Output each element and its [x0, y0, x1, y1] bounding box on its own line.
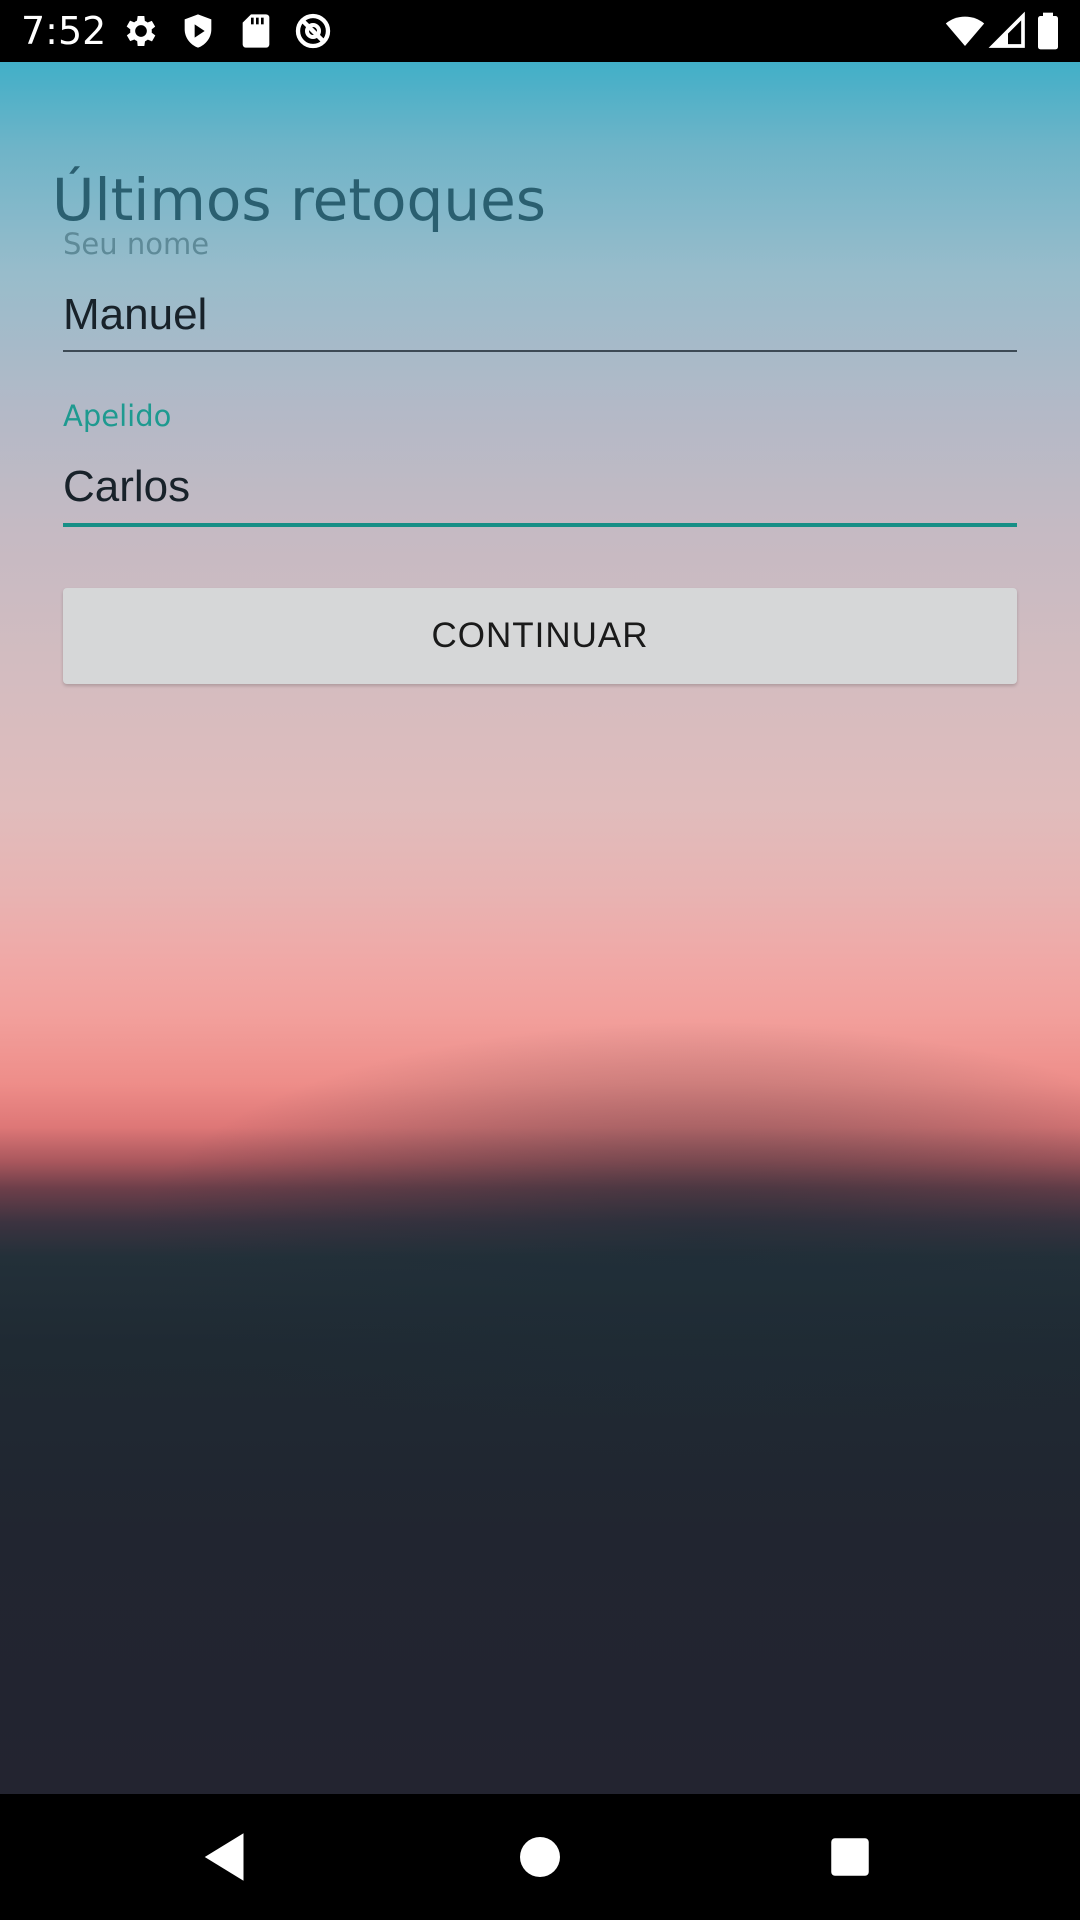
navigation-bar — [0, 1794, 1080, 1920]
surname-underline — [63, 523, 1017, 527]
home-icon[interactable] — [510, 1827, 570, 1887]
cell-signal-icon — [988, 11, 1028, 51]
first-name-label: Seu nome — [63, 227, 210, 261]
continue-button[interactable]: CONTINUAR — [63, 588, 1017, 684]
recents-icon[interactable] — [820, 1827, 880, 1887]
app-content: Últimos retoques Seu nome Apelido CONTIN… — [0, 62, 1080, 1794]
play-shield-icon — [178, 11, 218, 51]
surname-input[interactable] — [63, 456, 1017, 518]
status-time: 7:52 — [21, 9, 107, 53]
status-bar: 7:52 — [0, 0, 1080, 62]
back-icon[interactable] — [196, 1827, 256, 1887]
wifi-icon — [944, 11, 986, 51]
first-name-underline — [63, 350, 1017, 352]
page-title: Últimos retoques — [52, 165, 547, 234]
first-name-input[interactable] — [63, 284, 1017, 346]
gear-icon — [121, 11, 161, 51]
sd-card-icon — [236, 11, 276, 51]
no-location-icon — [293, 11, 333, 51]
surname-label: Apelido — [63, 399, 172, 433]
battery-icon — [1030, 11, 1066, 51]
